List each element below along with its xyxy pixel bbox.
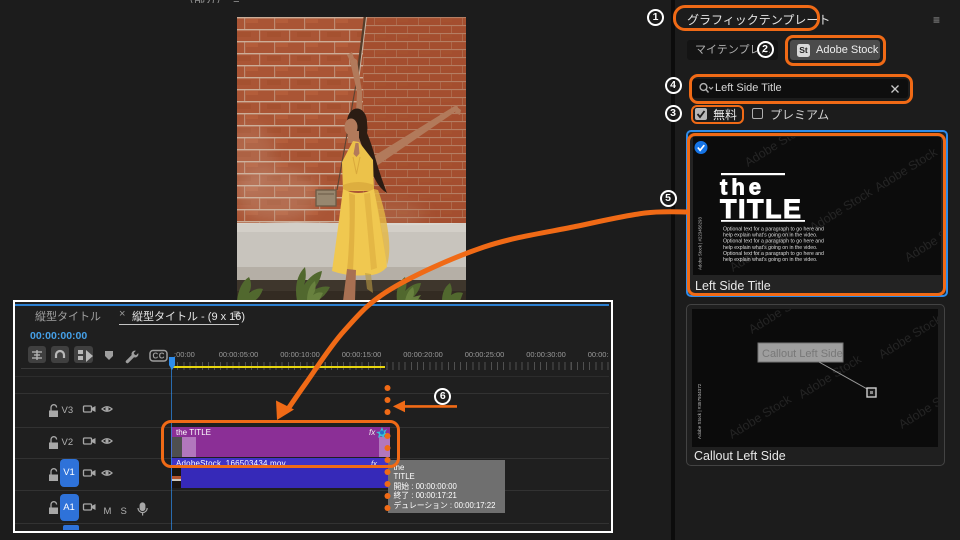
svg-text:Adobe Stock | #357934372: Adobe Stock | #357934372 <box>697 383 702 439</box>
svg-text:Adobe Stock: Adobe Stock <box>876 312 938 362</box>
svg-text:V2: V2 <box>62 437 74 448</box>
svg-text:Callout Left Side: Callout Left Side <box>762 348 843 360</box>
svg-text:Adobe Stock: Adobe Stock <box>726 392 794 442</box>
svg-text:M: M <box>104 506 112 517</box>
svg-text:Adobe Stock: Adobe Stock <box>746 309 814 337</box>
svg-text:S: S <box>121 506 127 517</box>
svg-text:CC: CC <box>153 351 165 360</box>
svg-text:V3: V3 <box>62 405 74 416</box>
svg-text:Adobe Stock: Adobe Stock <box>896 382 938 432</box>
